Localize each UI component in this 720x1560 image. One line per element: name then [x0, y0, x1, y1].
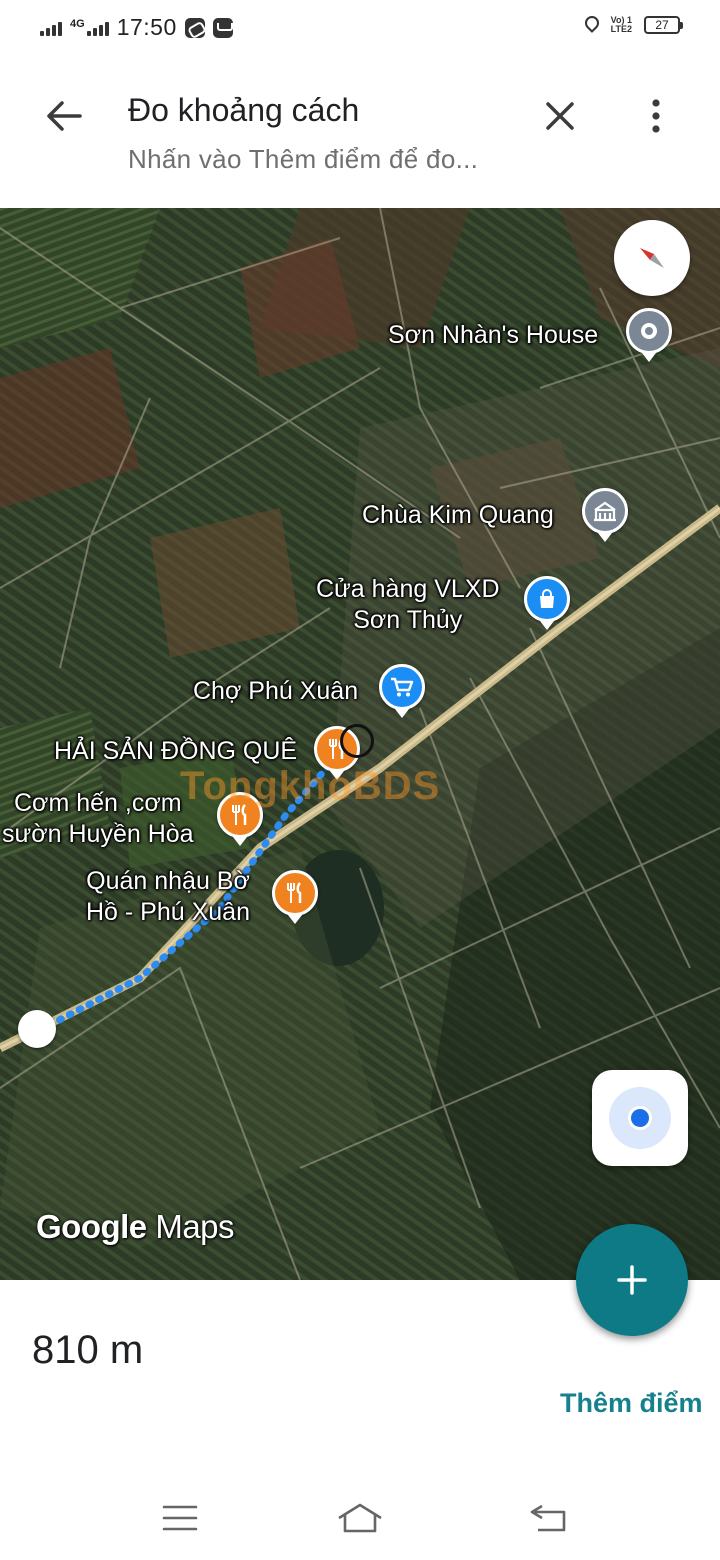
signal-icon — [40, 20, 62, 36]
page-subtitle: Nhấn vào Thêm điểm để đo... — [128, 144, 479, 174]
temple-icon — [594, 501, 616, 522]
close-button[interactable] — [532, 88, 588, 144]
lte-indicator: Vo) 1 LTE2 — [610, 15, 632, 34]
location-icon — [585, 16, 599, 34]
message-app-icon — [212, 17, 233, 38]
satellite-map[interactable]: Sơn Nhàn's House Chùa Kim Quang Cửa hàng… — [0, 208, 720, 1280]
logo-maps-text: Maps — [155, 1208, 235, 1245]
add-point-fab[interactable] — [576, 1224, 688, 1336]
my-location-icon — [609, 1087, 671, 1149]
clock: 17:50 — [116, 14, 177, 40]
close-icon — [546, 102, 574, 130]
watermark-text: TongkhoBDS — [180, 764, 441, 808]
system-nav-bar — [0, 1476, 720, 1560]
more-options-button[interactable] — [628, 88, 684, 144]
logo-google-text: Google — [36, 1208, 147, 1245]
measured-distance: 810 m — [32, 1328, 144, 1372]
place-label-quan-nhau-bo-ho[interactable]: Quán nhậu Bờ Hồ - Phú Xuân — [86, 866, 250, 928]
place-pin-quan-nhau-bo-ho[interactable] — [272, 870, 318, 924]
plus-icon — [617, 1265, 647, 1295]
google-maps-logo: Google Maps — [36, 1208, 235, 1246]
add-point-button[interactable]: Thêm điểm — [560, 1388, 703, 1419]
place-pin-cua-hang-vlxd[interactable] — [524, 576, 570, 630]
place-label-com-hen[interactable]: Cơm hến ,cơm sườn Huyền Hòa — [2, 788, 194, 850]
place-label-hai-san-dong-que[interactable]: HẢI SẢN ĐỒNG QUÊ — [54, 736, 297, 767]
arrow-left-icon — [47, 101, 82, 131]
place-pin-chua-kim-quang[interactable] — [582, 488, 628, 542]
measure-start-point[interactable] — [18, 1010, 56, 1048]
measure-crosshair — [340, 724, 374, 758]
my-location-button[interactable] — [592, 1070, 688, 1166]
place-label-son-nhan-house[interactable]: Sơn Nhàn's House — [388, 320, 598, 351]
place-pin-son-nhan-house[interactable] — [626, 308, 672, 362]
menu-icon — [162, 1505, 198, 1531]
network-type: 4G — [70, 17, 85, 30]
place-label-chua-kim-quang[interactable]: Chùa Kim Quang — [362, 500, 554, 531]
place-label-cho-phu-xuan[interactable]: Chợ Phú Xuân — [193, 676, 358, 707]
app-header: Đo khoảng cách Nhấn vào Thêm điểm để đo.… — [0, 58, 720, 208]
restaurant-icon — [287, 882, 302, 903]
signal-icon-2 — [86, 20, 109, 36]
page-title: Đo khoảng cách — [128, 92, 360, 128]
compass-icon — [640, 248, 664, 268]
watermark: TongkhoBDS — [180, 764, 440, 809]
battery-icon: 27 — [644, 16, 683, 34]
shopping-bag-icon — [540, 589, 554, 608]
back-button[interactable] — [36, 88, 92, 144]
recent-apps-button[interactable] — [150, 1496, 210, 1540]
compass-button[interactable] — [614, 220, 690, 296]
place-pin-cho-phu-xuan[interactable] — [379, 664, 425, 718]
home-button[interactable] — [330, 1496, 390, 1540]
place-dot-icon — [641, 323, 657, 339]
place-label-cua-hang-vlxd[interactable]: Cửa hàng VLXD Sơn Thủy — [316, 574, 500, 636]
home-icon — [338, 1503, 382, 1533]
back-nav-button[interactable] — [518, 1496, 578, 1540]
status-bar: 4G 17:50 Vo) 1 LTE2 27 — [0, 0, 720, 58]
shopping-cart-icon — [391, 677, 414, 697]
back-nav-icon — [530, 1504, 566, 1532]
link-app-icon — [184, 17, 205, 38]
more-vert-icon — [652, 99, 660, 133]
